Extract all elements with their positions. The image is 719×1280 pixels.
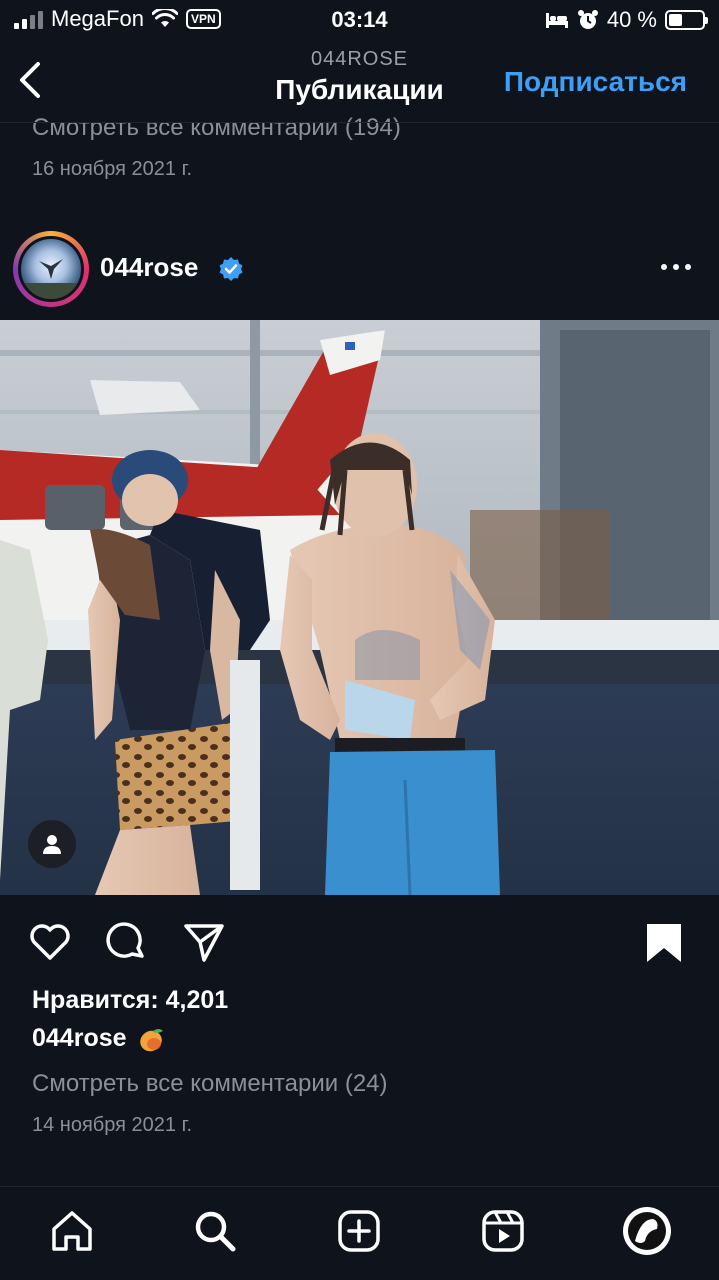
paper-plane-icon[interactable]	[180, 918, 228, 966]
battery-level	[669, 14, 682, 26]
caption: 044rose	[32, 1024, 165, 1053]
battery-percent: 40 %	[606, 7, 657, 32]
post-actions	[0, 912, 719, 972]
post-header: 044rose	[0, 228, 719, 308]
status-right: 40 %	[545, 7, 708, 33]
likes-count[interactable]: Нравится: 4,201	[32, 986, 228, 1015]
follow-button[interactable]: Подписаться	[504, 66, 687, 98]
nav-header: 044ROSE Публикации Подписаться	[0, 40, 719, 120]
more-options-icon[interactable]	[659, 252, 693, 282]
caption-username[interactable]: 044rose	[32, 1024, 127, 1053]
post-photo[interactable]	[0, 320, 719, 895]
header-divider	[0, 122, 719, 123]
create-icon[interactable]	[335, 1207, 383, 1255]
avatar-image	[21, 259, 81, 299]
bed-icon	[545, 13, 568, 28]
previous-post-comments-link[interactable]: Смотреть все комментарии (194)	[32, 114, 401, 142]
story-ring[interactable]	[13, 231, 89, 307]
photo-illustration	[0, 320, 719, 895]
status-bar: MegaFon VPN 03:14 40 %	[0, 0, 719, 40]
reels-icon[interactable]	[479, 1207, 527, 1255]
heart-icon[interactable]	[26, 918, 74, 966]
verified-badge-icon	[219, 257, 243, 281]
alarm-icon	[577, 10, 598, 29]
profile-avatar-image	[628, 1212, 666, 1250]
profile-avatar[interactable]	[623, 1207, 671, 1255]
comment-bubble-icon[interactable]	[102, 918, 150, 966]
comments-link[interactable]: Смотреть все комментарии (24)	[32, 1070, 388, 1098]
battery-icon	[665, 10, 708, 30]
previous-post-date: 16 ноября 2021 г.	[32, 158, 192, 180]
person-tag-icon	[43, 835, 61, 854]
search-icon[interactable]	[191, 1207, 239, 1255]
mango-icon	[139, 1028, 163, 1051]
bookmark-icon[interactable]	[640, 918, 688, 966]
post-date: 14 ноября 2021 г.	[32, 1114, 192, 1136]
avatar[interactable]	[18, 236, 84, 302]
tab-bar	[0, 1186, 719, 1280]
post-username[interactable]: 044rose	[100, 252, 198, 283]
tag-button[interactable]	[28, 820, 76, 868]
home-icon[interactable]	[48, 1207, 96, 1255]
